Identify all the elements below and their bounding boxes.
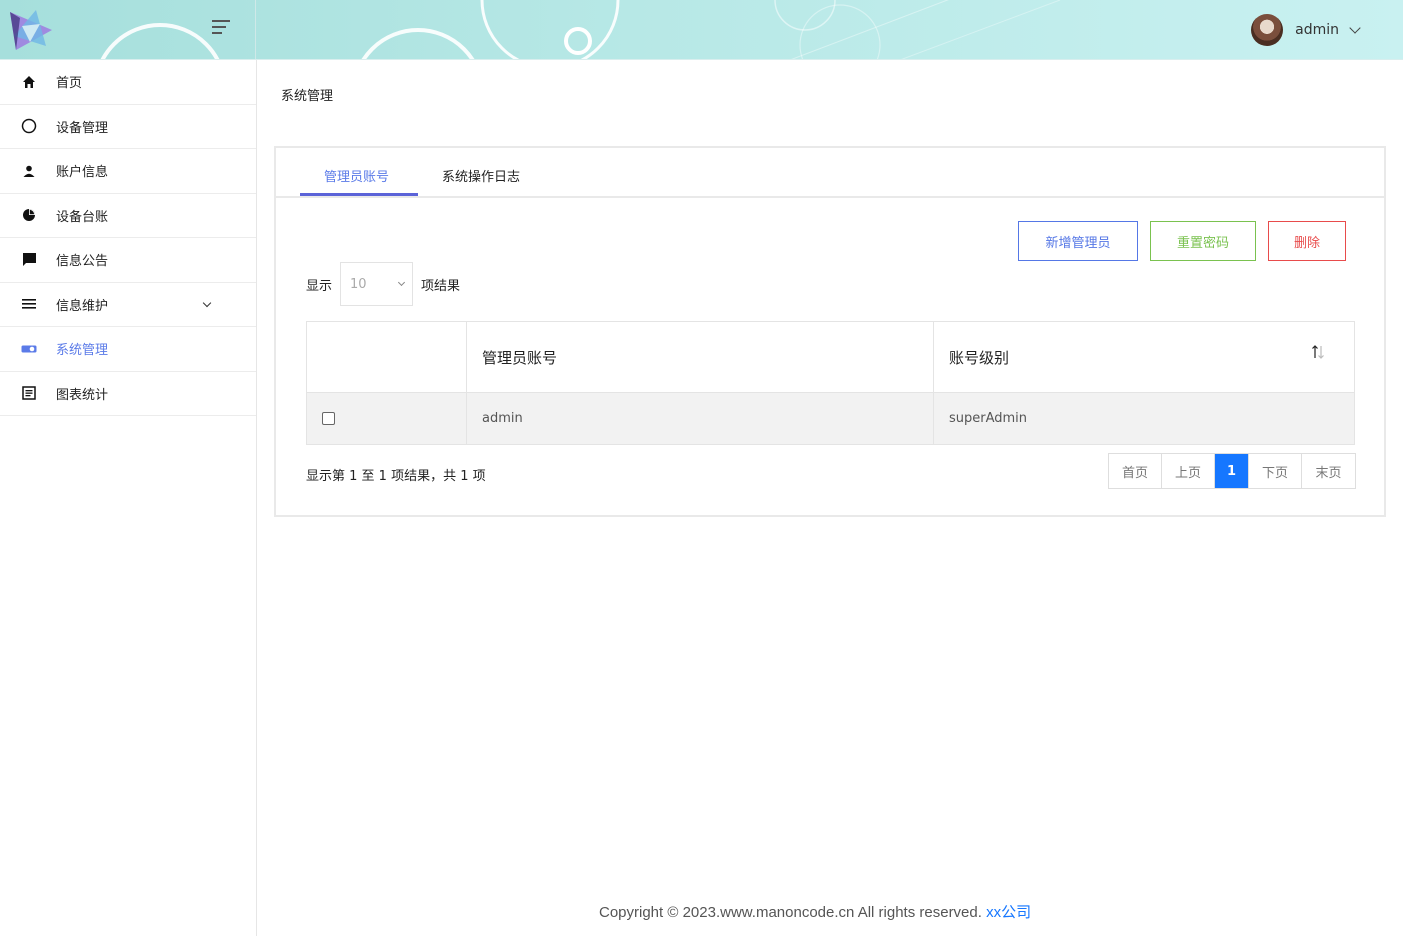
sidebar-item-device-ledger[interactable]: 设备台账 (0, 194, 256, 238)
sidebar-item-label: 账户信息 (56, 165, 109, 181)
pager-last[interactable]: 末页 (1302, 454, 1355, 488)
main-content: 系统管理 管理员账号 系统操作日志 新增管理员 重置密码 删除 显示 10 项结… (257, 60, 1403, 936)
admin-table: 管理员账号 账号级别 admin superAdmin (306, 321, 1355, 445)
row-checkbox[interactable] (322, 412, 335, 425)
content-card: 管理员账号 系统操作日志 新增管理员 重置密码 删除 显示 10 项结果 管理员… (274, 146, 1386, 517)
sidebar: 首页 设备管理 账户信息 设备台账 信息公告 信息维护 系统管理 图表统计 (0, 60, 257, 936)
pagination: 首页 上页 1 下页 末页 (1108, 453, 1356, 489)
page-title: 系统管理 (281, 89, 334, 104)
sidebar-item-label: 系统管理 (56, 343, 109, 359)
copyright-text: Copyright © 2023.www.manoncode.cn All ri… (599, 904, 982, 921)
column-header-level[interactable]: 账号级别 (933, 321, 1355, 393)
list-icon (20, 295, 38, 313)
tab-admin-accounts[interactable]: 管理员账号 (324, 166, 389, 196)
row-select-cell (306, 392, 467, 445)
logo-area (0, 0, 256, 59)
chevron-down-icon (1349, 22, 1361, 34)
circle-icon (20, 117, 38, 135)
document-icon (20, 384, 38, 402)
page-size-value: 10 (350, 276, 367, 292)
level-cell: superAdmin (933, 392, 1355, 445)
column-header-account[interactable]: 管理员账号 (466, 321, 934, 393)
logo-icon (10, 10, 52, 50)
avatar[interactable] (1251, 14, 1284, 46)
company-link[interactable]: xx公司 (986, 904, 1031, 921)
sidebar-item-label: 设备台账 (56, 209, 109, 225)
sidebar-item-device-management[interactable]: 设备管理 (0, 105, 256, 149)
sidebar-item-home[interactable]: 首页 (0, 60, 256, 105)
table-summary: 显示第 1 至 1 项结果，共 1 项 (306, 469, 486, 484)
table-row[interactable]: admin superAdmin (306, 392, 1355, 445)
tab-bar: 管理员账号 系统操作日志 (276, 148, 1384, 198)
add-admin-button[interactable]: 新增管理员 (1018, 221, 1138, 261)
page-size-control: 显示 10 项结果 (306, 262, 460, 306)
page-size-prefix: 显示 (306, 278, 333, 294)
sidebar-item-info-maintenance[interactable]: 信息维护 (0, 283, 256, 327)
chevron-down-icon (397, 278, 406, 287)
sidebar-item-charts[interactable]: 图表统计 (0, 372, 256, 416)
pager-current-page[interactable]: 1 (1215, 454, 1249, 488)
sidebar-item-label: 首页 (56, 76, 83, 92)
sidebar-item-system-management[interactable]: 系统管理 (0, 327, 256, 372)
sidebar-item-account-info[interactable]: 账户信息 (0, 149, 256, 194)
user-menu[interactable]: admin (1251, 12, 1361, 48)
chevron-down-icon (202, 298, 212, 307)
pager-prev[interactable]: 上页 (1162, 454, 1215, 488)
sidebar-item-label: 信息公告 (56, 254, 109, 270)
person-icon (20, 162, 38, 180)
toggle-icon (20, 340, 38, 358)
page-size-select[interactable]: 10 (340, 262, 414, 306)
account-cell: admin (466, 392, 934, 445)
table-header-row: 管理员账号 账号级别 (306, 321, 1355, 393)
sidebar-item-label: 图表统计 (56, 387, 109, 403)
sidebar-item-label: 设备管理 (56, 120, 109, 136)
reset-password-button[interactable]: 重置密码 (1150, 221, 1256, 261)
tab-operation-log[interactable]: 系统操作日志 (442, 166, 520, 196)
message-icon (20, 251, 38, 269)
menu-toggle-icon[interactable] (212, 20, 232, 38)
footer: Copyright © 2023.www.manoncode.cn All ri… (599, 901, 1031, 922)
active-tab-indicator (300, 193, 418, 196)
home-icon (20, 73, 38, 91)
delete-button[interactable]: 删除 (1268, 221, 1346, 261)
page-size-suffix: 项结果 (421, 278, 461, 294)
column-header-select (306, 321, 467, 393)
pager-first[interactable]: 首页 (1109, 454, 1162, 488)
pie-chart-icon (20, 206, 38, 224)
sidebar-item-label: 信息维护 (56, 298, 109, 314)
sidebar-item-announcements[interactable]: 信息公告 (0, 238, 256, 283)
username: admin (1295, 22, 1339, 38)
top-header: admin (0, 0, 1403, 60)
sort-icon[interactable] (1311, 343, 1325, 361)
pager-next[interactable]: 下页 (1249, 454, 1302, 488)
